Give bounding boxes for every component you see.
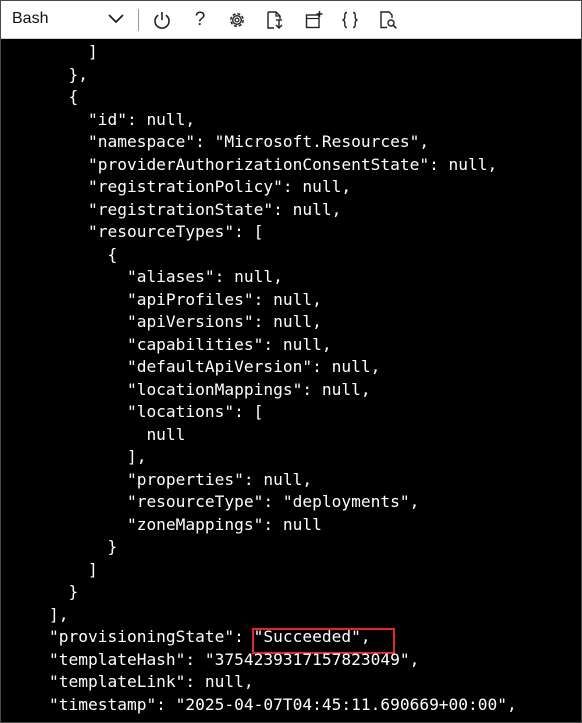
web-preview-icon[interactable] [378,10,398,30]
terminal-line: "providerAuthorizationConsentState": nul… [10,154,498,174]
terminal-line: ] [10,42,98,61]
terminal-line: { [10,244,118,264]
upload-download-icon[interactable] [265,10,285,30]
terminal-line: "defaultApiVersion": null, [10,357,381,376]
toolbar-divider [138,9,139,31]
terminal-line: "zoneMappings": null [10,514,322,534]
terminal-line: ], [10,447,147,466]
terminal-line: } [10,582,79,601]
gear-icon[interactable] [227,10,247,30]
new-session-icon[interactable] [304,10,324,30]
terminal-line: "resourceType": "deployments", [10,492,420,511]
terminal-line: "locationMappings": null, [10,379,371,399]
help-icon[interactable]: ? [190,10,210,30]
terminal-line: "templateHash": "3754239317157823049", [10,649,420,669]
terminal-line: ] [10,559,98,579]
terminal-line: } [10,537,118,556]
terminal-line: { [10,87,79,106]
cloud-shell-window: Bash ?]}, {"id": null, "namespace": "… [0,0,582,723]
terminal-line: "apiProfiles": null, [10,289,322,309]
terminal-line: "id": null, [10,109,196,129]
shell-type-label: Bash [12,10,49,27]
terminal-line: "templateLink": null, [10,672,254,691]
terminal-line: null [10,424,186,444]
terminal-line: "provisioningState": "Succeeded", [10,627,371,646]
chevron-down-icon [107,12,125,26]
terminal-line: }, [10,64,88,84]
shell-type-dropdown[interactable]: Bash [1,1,136,38]
terminal-line: "apiVersions": null, [10,312,322,331]
terminal-line: "registrationState": null, [10,199,342,219]
terminal-line: "registrationPolicy": null, [10,177,352,196]
terminal-line: "namespace": "Microsoft.Resources", [10,132,430,151]
terminal-line: "resourceTypes": [ [10,222,264,241]
terminal-line: ], [10,604,69,624]
terminal-line: "aliases": null, [10,267,283,286]
editor-braces-icon[interactable] [340,10,360,30]
cloud-shell-toolbar: Bash ? [1,1,581,39]
terminal-line: "capabilities": null, [10,334,332,354]
terminal-line: "timestamp": "2025-04-07T04:45:11.690669… [10,694,517,714]
power-icon[interactable] [152,10,172,30]
terminal-line: "locations": [ [10,402,264,421]
terminal-output[interactable]: ] }, { "id": null, "namespace": "Microso… [1,39,581,722]
terminal-line: "properties": null, [10,469,313,489]
